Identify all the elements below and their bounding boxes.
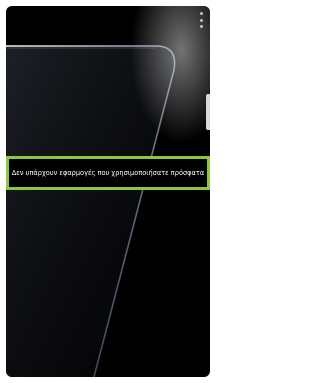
menu-dot <box>199 25 203 28</box>
empty-recents-message: Δεν υπάρχουν εφαρμογές που χρησιμοποιήσα… <box>11 169 205 177</box>
menu-dot <box>199 18 203 22</box>
empty-recents-message-box: Δεν υπάρχουν εφαρμογές που χρησιμοποιήσα… <box>6 156 210 190</box>
wallpaper <box>6 6 210 377</box>
recent-apps-screen: Δεν υπάρχουν εφαρμογές που χρησιμοποιήσα… <box>6 6 210 377</box>
more-vert-icon[interactable] <box>198 12 204 28</box>
menu-dot <box>199 12 203 15</box>
device-frame: Δεν υπάρχουν εφαρμογές που χρησιμοποιήσα… <box>0 0 216 383</box>
edge-panel-handle[interactable] <box>206 94 210 130</box>
